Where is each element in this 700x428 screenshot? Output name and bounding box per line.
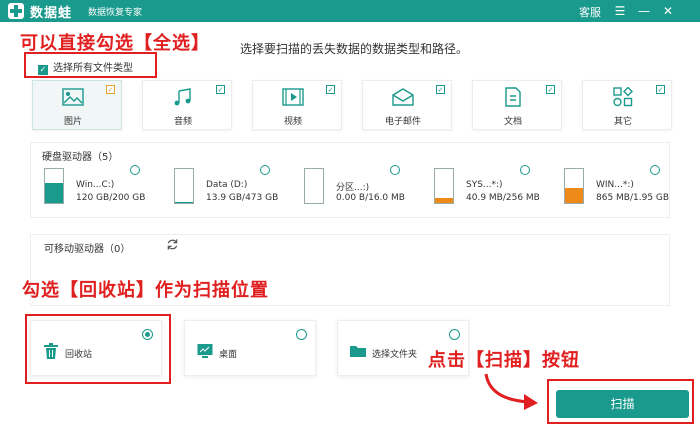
title-bar: 数据蛙 数据恢复专家 客服 ☰ — ✕ [0, 0, 700, 22]
filetype-label: 音频 [173, 117, 192, 127]
drive-size: 40.9 MB/256 MB [466, 193, 540, 203]
drive-icon [564, 168, 584, 204]
menu-icon[interactable]: ☰ [610, 2, 630, 20]
image-icon [62, 88, 84, 106]
filetype-tile-video[interactable]: ✓ 视频 [252, 80, 342, 130]
instruction-text: 选择要扫描的丢失数据的数据类型和路径。 [240, 42, 469, 56]
drive-usage-fill [45, 182, 63, 203]
drive-item[interactable]: Win...C:) 120 GB/200 GB [34, 163, 146, 209]
filetype-checkbox[interactable]: ✓ [106, 85, 115, 94]
desktop-icon [197, 344, 213, 358]
minimize-icon[interactable]: — [634, 2, 654, 20]
drive-name: SYS...*:) [466, 180, 503, 190]
drive-radio[interactable] [130, 165, 140, 175]
drive-item[interactable]: Data (D:) 13.9 GB/473 GB [164, 163, 278, 209]
filetype-checkbox[interactable]: ✓ [546, 85, 555, 94]
music-icon [174, 88, 191, 106]
location-radio[interactable] [449, 329, 460, 340]
filetype-label: 电子邮件 [384, 117, 421, 127]
annotation-recycle-bin: 勾选【回收站】作为扫描位置 [22, 280, 269, 301]
drive-usage-fill [435, 197, 453, 203]
drive-radio[interactable] [260, 165, 270, 175]
location-desktop[interactable]: 桌面 [184, 320, 316, 376]
annotation-arrow-icon [484, 373, 538, 410]
filetype-checkbox[interactable]: ✓ [656, 85, 665, 94]
drive-icon [304, 168, 324, 204]
video-icon [282, 88, 304, 106]
drive-radio[interactable] [390, 165, 400, 175]
filetype-tile-other[interactable]: ✓ 其它 [582, 80, 672, 130]
filetype-label: 其它 [613, 117, 632, 127]
mail-icon [392, 88, 414, 106]
filetype-tile-audio[interactable]: ✓ 音频 [142, 80, 232, 130]
filetype-label: 文档 [503, 117, 522, 127]
select-all-checkbox[interactable]: ✓ 选择所有文件类型 [38, 59, 133, 75]
drive-icon [174, 168, 194, 204]
select-all-label: 选择所有文件类型 [53, 63, 133, 74]
drive-size: 13.9 GB/473 GB [206, 193, 279, 203]
customer-service-link[interactable]: 客服 [579, 4, 601, 20]
drive-icon [434, 168, 454, 204]
other-icon [613, 87, 633, 107]
drive-item[interactable]: SYS...*:) 40.9 MB/256 MB [424, 163, 540, 209]
location-label: 桌面 [219, 350, 238, 360]
drive-item[interactable]: 分区...:) 0.00 B/16.0 MB [294, 163, 405, 209]
drive-size: 0.00 B/16.0 MB [336, 193, 405, 203]
drive-radio[interactable] [650, 165, 660, 175]
annotation-box-recycle-bin [25, 314, 171, 384]
drive-size: 865 MB/1.95 GB [596, 193, 670, 203]
close-icon[interactable]: ✕ [658, 2, 678, 20]
annotation-scan: 点击【扫描】按钮 [428, 350, 580, 371]
location-radio[interactable] [296, 329, 307, 340]
drive-name: Win...C:) [76, 180, 115, 190]
filetype-label: 图片 [63, 117, 82, 127]
drive-usage-fill [175, 201, 193, 203]
drive-name: 分区...:) [336, 183, 370, 193]
refresh-icon[interactable] [166, 238, 179, 251]
folder-icon [350, 346, 366, 357]
app-tagline: 数据恢复专家 [88, 8, 143, 18]
filetype-tile-document[interactable]: ✓ 文档 [472, 80, 562, 130]
drive-radio[interactable] [520, 165, 530, 175]
filetype-label: 视频 [283, 117, 302, 127]
drive-name: WIN...*:) [596, 180, 634, 190]
annotation-box-scan [547, 379, 694, 424]
filetype-tile-email[interactable]: ✓ 电子邮件 [362, 80, 452, 130]
drive-usage-fill [565, 188, 583, 203]
drive-name: Data (D:) [206, 180, 248, 190]
drive-size: 120 GB/200 GB [76, 193, 146, 203]
drive-item[interactable]: WIN...*:) 865 MB/1.95 GB [554, 163, 669, 209]
location-label: 选择文件夹 [372, 350, 418, 360]
filetype-checkbox[interactable]: ✓ [216, 85, 225, 94]
app-name: 数据蛙 [30, 6, 73, 21]
filetype-checkbox[interactable]: ✓ [436, 85, 445, 94]
windows-drive-icon [44, 168, 64, 204]
hard-drive-section-title: 硬盘驱动器（5） [42, 152, 119, 163]
document-icon [505, 87, 521, 107]
app-logo-icon [8, 3, 24, 19]
filetype-tile-image[interactable]: ✓ 图片 [32, 80, 122, 130]
removable-drive-section-title: 可移动驱动器（0） [44, 244, 131, 255]
filetype-checkbox[interactable]: ✓ [326, 85, 335, 94]
checkbox-check-icon: ✓ [38, 65, 48, 75]
